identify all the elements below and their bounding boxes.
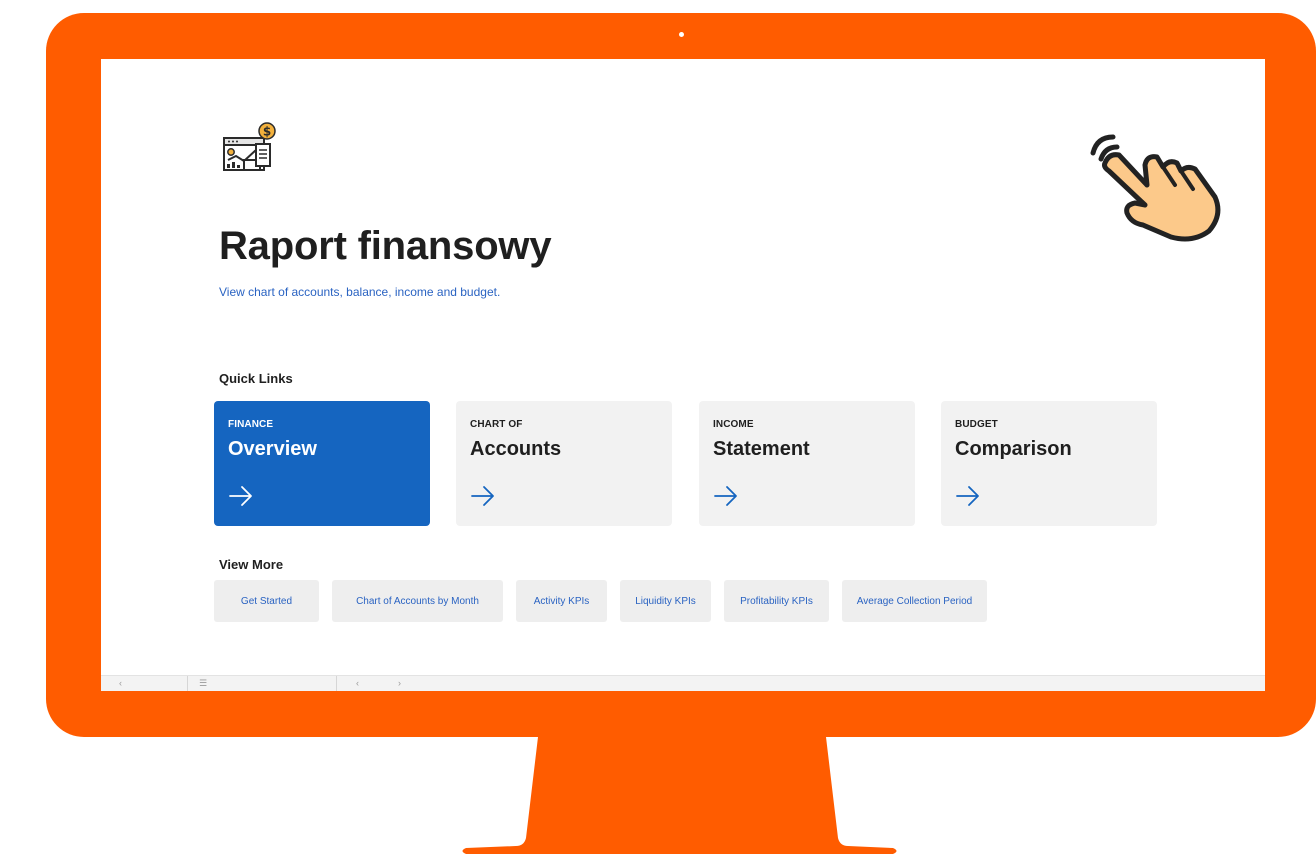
card-title: Statement	[713, 438, 810, 460]
chevron-right-icon[interactable]: ›	[398, 678, 401, 688]
card-eyebrow: FINANCE	[228, 419, 274, 430]
bottom-toolbar: ‹ ☰ ‹ ›	[101, 675, 1265, 691]
arrow-right-icon	[229, 486, 252, 506]
arrow-right-icon	[956, 486, 979, 506]
page-subtitle: View chart of accounts, balance, income …	[219, 285, 501, 299]
svg-text:$: $	[263, 125, 271, 139]
page-title: Raport finansowy	[219, 224, 552, 268]
link-chart-of-accounts-by-month[interactable]: Chart of Accounts by Month	[332, 580, 503, 622]
card-title: Comparison	[955, 438, 1072, 460]
pointing-hand-icon	[1090, 134, 1221, 242]
quick-links-label: Quick Links	[219, 371, 293, 386]
chevron-left-icon[interactable]: ‹	[356, 678, 359, 688]
card-eyebrow: BUDGET	[955, 419, 998, 430]
link-average-collection-period[interactable]: Average Collection Period	[842, 580, 987, 622]
quick-link-income-statement[interactable]: INCOME Statement	[699, 401, 915, 526]
card-title: Accounts	[470, 438, 562, 460]
card-eyebrow: INCOME	[713, 419, 754, 430]
card-title: Overview	[228, 438, 317, 460]
view-more-label: View More	[219, 557, 284, 572]
link-profitability-kpis[interactable]: Profitability KPIs	[724, 580, 829, 622]
toolbar-divider	[336, 676, 337, 691]
financial-report-icon: $	[223, 122, 276, 171]
list-icon[interactable]: ☰	[199, 678, 207, 689]
arrow-right-icon	[471, 486, 494, 506]
arrow-right-icon	[714, 486, 737, 506]
link-liquidity-kpis[interactable]: Liquidity KPIs	[620, 580, 711, 622]
quick-link-budget-comparison[interactable]: BUDGET Comparison	[941, 401, 1157, 526]
card-eyebrow: CHART OF	[470, 419, 523, 430]
link-activity-kpis[interactable]: Activity KPIs	[516, 580, 607, 622]
screen: $ Raport finansowy View chart of account…	[101, 59, 1265, 691]
quick-link-chart-of-accounts[interactable]: CHART OF Accounts	[456, 401, 672, 526]
quick-link-finance-overview[interactable]: FINANCE Overview	[214, 401, 430, 526]
link-get-started[interactable]: Get Started	[214, 580, 319, 622]
prev-icon[interactable]: ‹	[119, 678, 122, 688]
toolbar-divider	[187, 676, 188, 691]
